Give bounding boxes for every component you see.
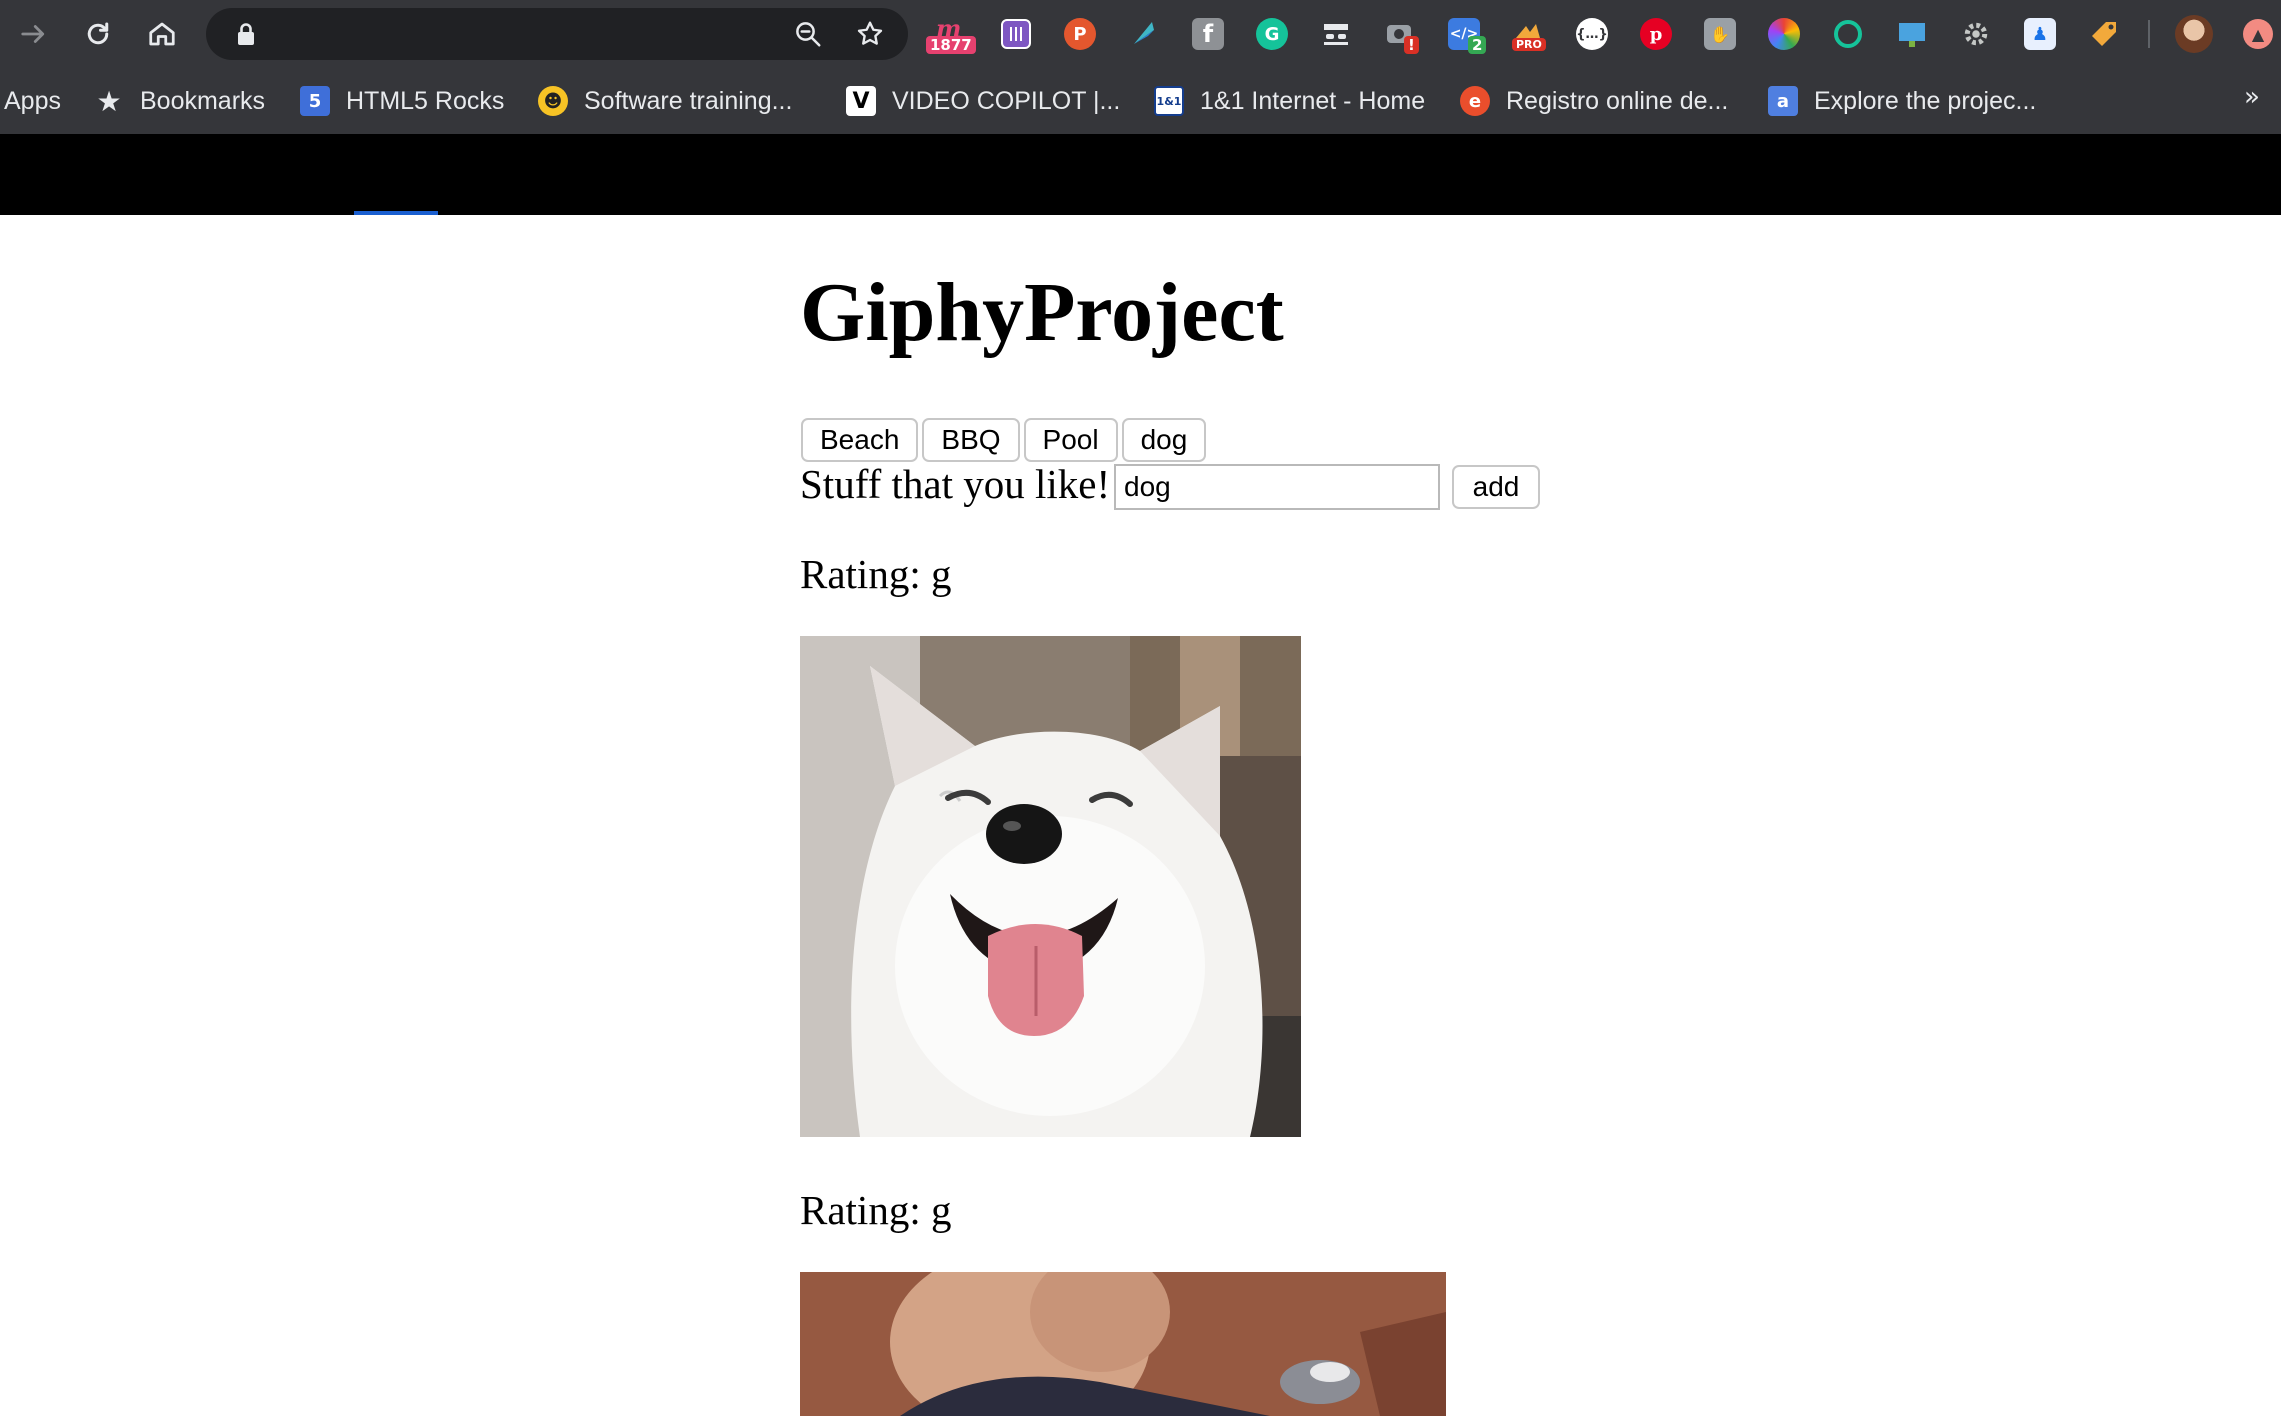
topic-input-value: dog [1124, 471, 1171, 502]
update-icon[interactable]: ▲ [2238, 14, 2278, 54]
gif-rating: Rating: g [800, 1187, 952, 1233]
add-button[interactable]: add [1452, 465, 1540, 509]
bookmark-label: Software training... [584, 86, 793, 115]
ext-grammarly-icon[interactable]: G [1252, 14, 1292, 54]
bookmark-registro[interactable]: e Registro online de... [1460, 82, 1728, 120]
bookmark-label: Bookmarks [140, 86, 266, 115]
profile-avatar[interactable] [2174, 14, 2214, 54]
topic-button-dog[interactable]: dog [1121, 418, 1207, 462]
ext-pro-badge: PRO [1512, 38, 1546, 51]
ext-p-icon[interactable]: P [1060, 14, 1100, 54]
ext-pro-icon[interactable]: PRO [1508, 14, 1548, 54]
bookmark-label: HTML5 Rocks [346, 86, 505, 115]
browser-toolbar: m 1877 P f G ! </> 2 PRO {…} p ✋ ♟ ▲ [0, 0, 2281, 68]
dog-gif-2[interactable] [800, 1272, 1446, 1416]
ext-p-label: P [1064, 18, 1096, 50]
bookmark-star-icon[interactable] [852, 16, 888, 52]
ext-person-icon[interactable]: ♟ [2020, 14, 2060, 54]
ext-facebook-icon[interactable]: f [1188, 14, 1228, 54]
bookmarks-overflow-icon[interactable]: » [2244, 82, 2260, 112]
bookmark-software-training[interactable]: ☻ Software training... [538, 82, 792, 120]
address-bar[interactable] [206, 8, 908, 60]
navbar-active-indicator [354, 211, 438, 215]
ext-camera-icon[interactable]: ! [1380, 14, 1420, 54]
html5-icon: 5 [300, 86, 330, 116]
reload-icon[interactable] [78, 14, 118, 54]
ext-hand-icon[interactable]: ✋ [1700, 14, 1740, 54]
bookmark-bookmarks[interactable]: ★ Bookmarks [94, 82, 265, 120]
ext-badge-count: 1877 [926, 36, 976, 54]
bookmark-label: Registro online de... [1506, 86, 1729, 115]
ext-green-circle-icon[interactable] [1828, 14, 1868, 54]
toolbar-separator [2148, 20, 2150, 48]
video-copilot-icon: V [846, 86, 876, 116]
site-navbar [0, 134, 2281, 215]
ext-braces-icon[interactable]: {…} [1572, 14, 1612, 54]
bookmark-explore[interactable]: a Explore the projec... [1768, 82, 2036, 120]
home-icon[interactable] [142, 14, 182, 54]
bookmark-label: 1&1 Internet - Home [1200, 86, 1426, 115]
lock-icon[interactable] [228, 16, 264, 52]
ext-1877-icon[interactable]: m 1877 [926, 14, 976, 54]
lynda-icon: ☻ [538, 86, 568, 116]
bookmark-label: VIDEO COPILOT |... [892, 86, 1121, 115]
explore-icon: a [1768, 86, 1798, 116]
samoyed-dog-gif[interactable] [800, 636, 1301, 1137]
ext-tag-icon[interactable] [2084, 14, 2124, 54]
topic-input[interactable]: dog [1114, 464, 1440, 510]
bookmark-video-copilot[interactable]: V VIDEO COPILOT |... [846, 82, 1120, 120]
bookmark-1and1[interactable]: 1&1 1&1 Internet - Home [1154, 82, 1425, 120]
bookmark-label: Apps [4, 86, 61, 115]
registro-icon: e [1460, 86, 1490, 116]
ext-count-badge: 2 [1468, 36, 1487, 54]
ext-incognito-icon[interactable] [1316, 14, 1356, 54]
1and1-icon: 1&1 [1154, 86, 1184, 116]
bookmark-label: Explore the projec... [1814, 86, 2037, 115]
star-icon: ★ [96, 84, 122, 118]
ext-gear-icon[interactable] [1956, 14, 1996, 54]
ext-f-label: f [1192, 18, 1224, 50]
zoom-icon[interactable] [790, 16, 826, 52]
page-title: GiphyProject [800, 266, 1284, 359]
ext-arrow-icon[interactable] [1124, 14, 1164, 54]
ext-pinterest-icon[interactable]: p [1636, 14, 1676, 54]
bookmark-html5-rocks[interactable]: 5 HTML5 Rocks [300, 82, 504, 120]
ext-color-wheel-icon[interactable] [1764, 14, 1804, 54]
ext-code-icon[interactable]: </> 2 [1444, 14, 1487, 54]
forward-icon[interactable] [14, 14, 54, 54]
ext-g-label: G [1256, 18, 1288, 50]
ext-columns-icon[interactable] [996, 14, 1036, 54]
topic-input-label: Stuff that you like! [800, 461, 1111, 507]
ext-screen-icon[interactable] [1892, 14, 1932, 54]
ext-alert-badge: ! [1404, 36, 1419, 54]
bookmark-apps[interactable]: Apps [4, 82, 61, 120]
gif-rating: Rating: g [800, 551, 952, 597]
